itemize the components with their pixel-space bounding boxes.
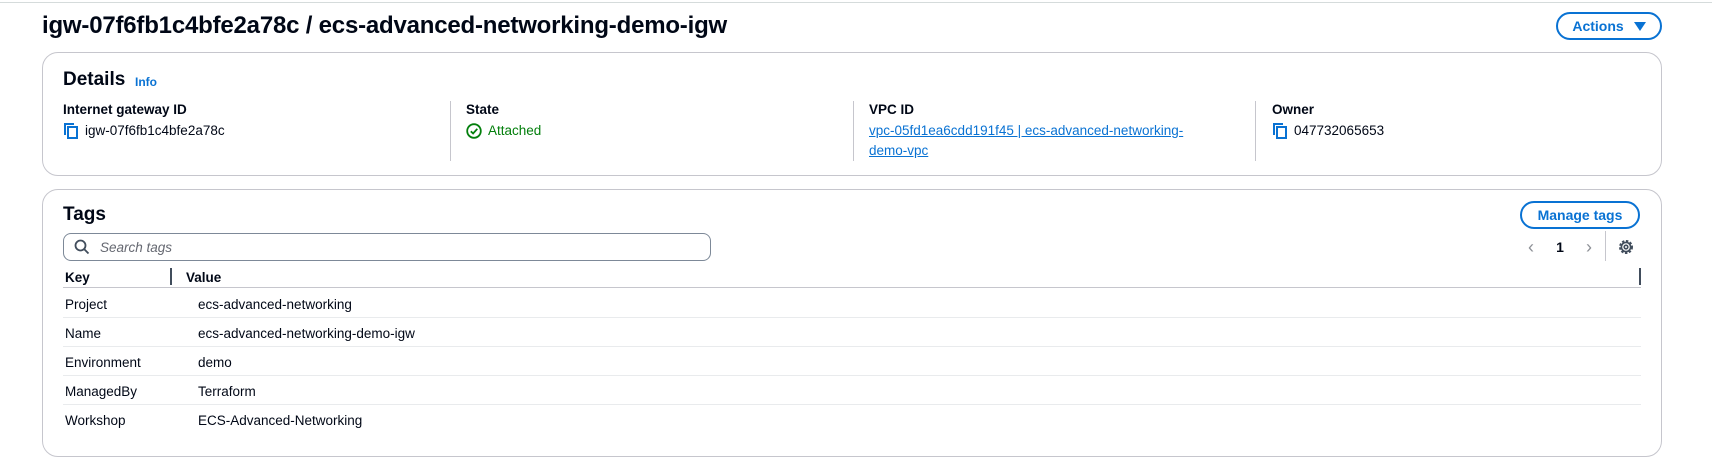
tags-title: Tags [63, 204, 106, 225]
state-value: Attached [488, 123, 542, 138]
state-label: State [466, 102, 500, 117]
tag-value: ecs-advanced-networking-demo-igw [198, 326, 415, 341]
pagination: ‹ 1 › [1521, 236, 1599, 258]
previous-page-icon[interactable]: ‹ [1521, 237, 1541, 257]
state-field: State Attached [466, 101, 806, 157]
column-resizer[interactable] [1639, 268, 1641, 285]
tags-table-header: Key Value [63, 268, 1641, 288]
tag-key: Environment [65, 355, 141, 370]
tag-key: Project [65, 297, 108, 312]
tag-value: ecs-advanced-networking [198, 297, 352, 312]
column-resizer[interactable] [170, 268, 172, 285]
column-divider [1255, 101, 1256, 161]
table-row: ManagedBy Terraform [63, 376, 1641, 405]
success-check-icon [466, 123, 482, 139]
owner-value: 047732065653 [1294, 123, 1385, 138]
manage-tags-button[interactable]: Manage tags [1520, 201, 1640, 229]
details-info-link[interactable]: Info [135, 75, 157, 89]
tags-search-input[interactable] [98, 238, 678, 256]
table-row: Workshop ECS-Advanced-Networking [63, 405, 1641, 434]
pager-divider [1605, 231, 1606, 261]
tag-key: ManagedBy [65, 384, 138, 399]
copy-icon[interactable] [1272, 122, 1288, 140]
details-title: Details [63, 69, 126, 90]
gateway-id-value: igw-07f6fb1c4bfe2a78c [85, 123, 225, 138]
tag-key: Name [65, 326, 102, 341]
actions-button-label: Actions [1572, 18, 1624, 34]
search-icon [74, 239, 90, 255]
owner-label: Owner [1272, 102, 1315, 117]
table-row: Environment demo [63, 347, 1641, 376]
tag-value: Terraform [198, 384, 256, 399]
tag-value: demo [198, 355, 232, 370]
table-row: Name ecs-advanced-networking-demo-igw [63, 318, 1641, 347]
next-page-icon[interactable]: › [1579, 237, 1599, 257]
gateway-id-field: Internet gateway ID igw-07f6fb1c4bfe2a78… [63, 101, 403, 157]
copy-icon[interactable] [63, 122, 79, 140]
tag-key: Workshop [65, 413, 126, 428]
table-row: Project ecs-advanced-networking [63, 289, 1641, 318]
vpc-id-label: VPC ID [869, 102, 915, 117]
gear-icon[interactable] [1617, 238, 1635, 256]
column-divider [450, 101, 451, 161]
tags-search-field[interactable] [63, 233, 711, 261]
details-panel: Details Info Internet gateway ID igw-07f… [42, 52, 1662, 176]
column-header-key[interactable]: Key [65, 270, 90, 285]
page-number-button[interactable]: 1 [1541, 239, 1579, 255]
top-divider [0, 2, 1712, 3]
actions-button[interactable]: Actions [1556, 12, 1662, 40]
column-divider [853, 101, 854, 161]
caret-down-icon [1633, 21, 1646, 31]
column-header-value[interactable]: Value [186, 270, 221, 285]
vpc-id-field: VPC ID vpc-05fd1ea6cdd191f45 | ecs-advan… [869, 101, 1229, 158]
page-title: igw-07f6fb1c4bfe2a78c / ecs-advanced-net… [42, 12, 727, 39]
tags-panel: Tags Manage tags ‹ 1 › Key Value Project… [42, 189, 1662, 457]
tag-value: ECS-Advanced-Networking [198, 413, 363, 428]
owner-field: Owner 047732065653 [1272, 101, 1612, 157]
gateway-id-label: Internet gateway ID [63, 102, 187, 117]
vpc-id-link[interactable]: vpc-05fd1ea6cdd191f45 | ecs-advanced-net… [869, 121, 1214, 161]
